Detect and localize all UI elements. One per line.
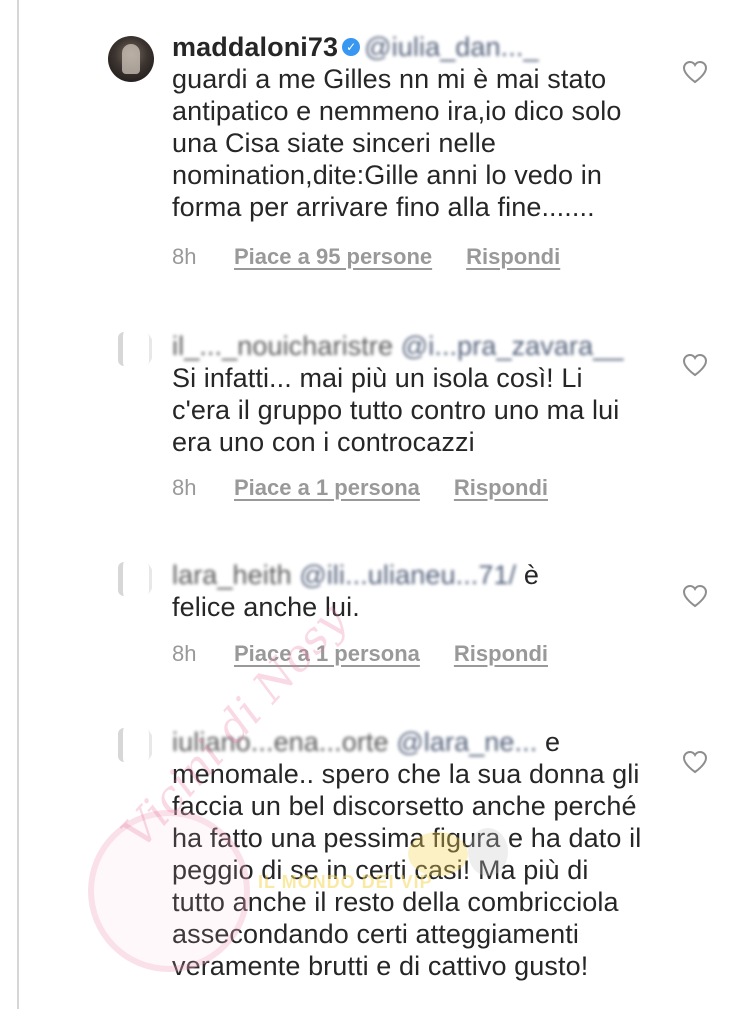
comment-text: iuliano...ena...orte @lara_ne... e menom…	[172, 726, 647, 982]
comment-username[interactable]: iuliano...ena...orte	[172, 727, 389, 757]
reply-button[interactable]: Rispondi	[454, 641, 548, 667]
reply-button[interactable]: Rispondi	[454, 475, 548, 501]
avatar[interactable]	[108, 36, 154, 82]
comment-message-start: è	[523, 560, 539, 590]
comment-text: lara_heith @ili...ulianeu...71/ è felice…	[172, 559, 647, 623]
avatar-shape	[118, 332, 152, 366]
avatar[interactable]	[108, 326, 154, 372]
comment-time: 8h	[172, 641, 197, 666]
verified-badge-icon: ✓	[342, 38, 361, 57]
comment-message: menomale.. spero che la sua donna gli fa…	[172, 759, 642, 981]
avatar-figure	[122, 44, 140, 74]
thread-line	[17, 0, 19, 1009]
comment-text: il_..._nouicharistre @i...pra_zavara__ S…	[172, 330, 647, 458]
comment-meta: 8h Piace a 1 persona Rispondi	[172, 475, 548, 501]
comment-username[interactable]: lara_heith	[172, 560, 292, 590]
avatar-shape	[118, 728, 152, 762]
comment-meta: 8h Piace a 95 persone Rispondi	[172, 244, 560, 270]
comment-message: felice anche lui.	[172, 592, 360, 622]
comment-body: maddaloni73 ✓ @iulia_dan..._ guardi a me G…	[172, 31, 647, 223]
comment-body: lara_heith @ili...ulianeu...71/ è felice…	[172, 559, 647, 623]
heart-outline-icon[interactable]	[682, 584, 708, 608]
comment-body: iuliano...ena...orte @lara_ne... e menom…	[172, 726, 647, 982]
comment-message: Si infatti... mai più un isola così! Li …	[172, 363, 620, 457]
comment-time: 8h	[172, 475, 197, 500]
comment-text: maddaloni73 ✓ @iulia_dan..._ guardi a me G…	[172, 31, 647, 223]
comment-message: guardi a me Gilles nn mi è mai stato ant…	[172, 64, 622, 222]
likes-link[interactable]: Piace a 95 persone	[234, 244, 432, 270]
comment-mention[interactable]: @lara_ne...	[396, 727, 537, 757]
heart-outline-icon[interactable]	[682, 60, 708, 84]
comment-username[interactable]: maddaloni73	[172, 32, 338, 62]
comment-username[interactable]: il_..._nouicharistre	[172, 331, 393, 361]
comment-message-start: e	[544, 727, 561, 757]
heart-outline-icon[interactable]	[682, 750, 708, 774]
likes-link[interactable]: Piace a 1 persona	[234, 475, 420, 501]
comment-time: 8h	[172, 244, 197, 269]
avatar-shape	[118, 562, 152, 596]
reply-button[interactable]: Rispondi	[466, 244, 560, 270]
heart-outline-icon[interactable]	[682, 353, 708, 377]
comment-mention[interactable]: @iulia_dan..._	[364, 32, 538, 62]
comment-meta: 8h Piace a 1 persona Rispondi	[172, 641, 548, 667]
avatar[interactable]	[108, 556, 154, 602]
avatar[interactable]	[108, 722, 154, 768]
comment-mention[interactable]: @i...pra_zavara__	[401, 331, 624, 361]
likes-link[interactable]: Piace a 1 persona	[234, 641, 420, 667]
comment-body: il_..._nouicharistre @i...pra_zavara__ S…	[172, 330, 647, 458]
comment-mention[interactable]: @ili...ulianeu...71/	[299, 560, 516, 590]
